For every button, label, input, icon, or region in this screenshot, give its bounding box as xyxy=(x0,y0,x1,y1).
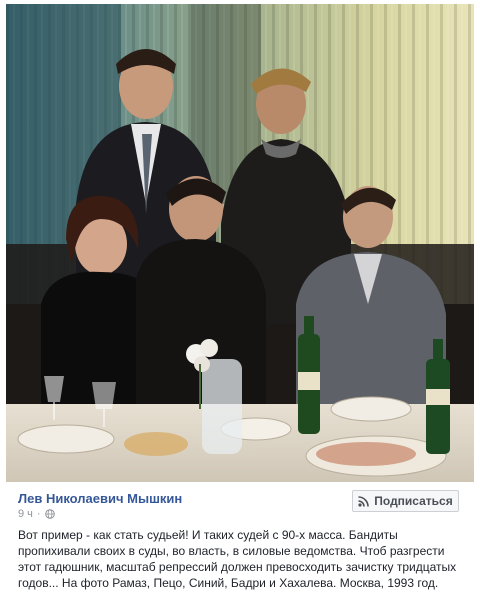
facebook-post: Лев Николаевич Мышкин 9 ч · Подписаться … xyxy=(0,0,480,601)
subscribe-button[interactable]: Подписаться xyxy=(352,490,459,512)
globe-icon[interactable] xyxy=(44,509,55,519)
post-text: Вот пример - как стать судьей! И таких с… xyxy=(18,528,457,590)
group-photo-illustration xyxy=(6,4,474,482)
post-timestamp[interactable]: 9 ч xyxy=(18,508,33,520)
post-author-name[interactable]: Лев Николаевич Мышкин xyxy=(18,491,182,506)
post-photo[interactable] xyxy=(6,4,474,482)
separator-dot: · xyxy=(36,508,41,520)
subscribe-label: Подписаться xyxy=(374,494,453,508)
rss-icon xyxy=(358,495,370,507)
post-meta: 9 ч · xyxy=(18,508,55,520)
